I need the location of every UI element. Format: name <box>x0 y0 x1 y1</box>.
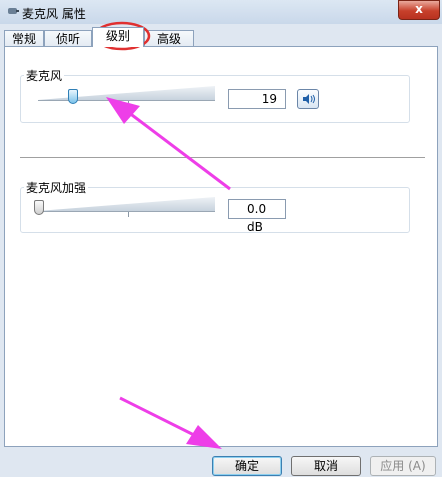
boost-level-input[interactable]: 0.0 dB <box>228 199 286 234</box>
boost-slider-baseline <box>38 211 215 212</box>
separator <box>20 157 425 158</box>
apply-button[interactable]: 应用 (A) <box>370 456 436 476</box>
tab-general[interactable]: 常规 <box>4 30 44 46</box>
slider-tick <box>128 101 129 106</box>
close-button[interactable]: x <box>398 0 440 20</box>
slider-tick <box>128 212 129 217</box>
title-bar: 麦克风 属性 x <box>0 0 442 24</box>
microphone-icon <box>8 8 19 14</box>
tab-listen[interactable]: 侦听 <box>44 30 92 46</box>
ok-button[interactable]: 确定 <box>212 456 282 476</box>
window-title: 麦克风 属性 <box>22 7 86 21</box>
mute-button[interactable] <box>297 89 319 109</box>
boost-level-slider[interactable] <box>34 200 44 215</box>
tab-levels[interactable]: 级别 <box>92 27 144 47</box>
microphone-level-input[interactable]: 19 <box>228 89 286 109</box>
boost-group-label: 麦克风加强 <box>24 179 89 196</box>
microphone-group-label: 麦克风 <box>24 67 65 84</box>
cancel-button[interactable]: 取消 <box>291 456 361 476</box>
tab-advanced[interactable]: 高级 <box>144 30 194 46</box>
microphone-slider-baseline <box>38 100 215 101</box>
microphone-level-slider[interactable] <box>67 89 78 104</box>
speaker-icon <box>303 94 315 104</box>
